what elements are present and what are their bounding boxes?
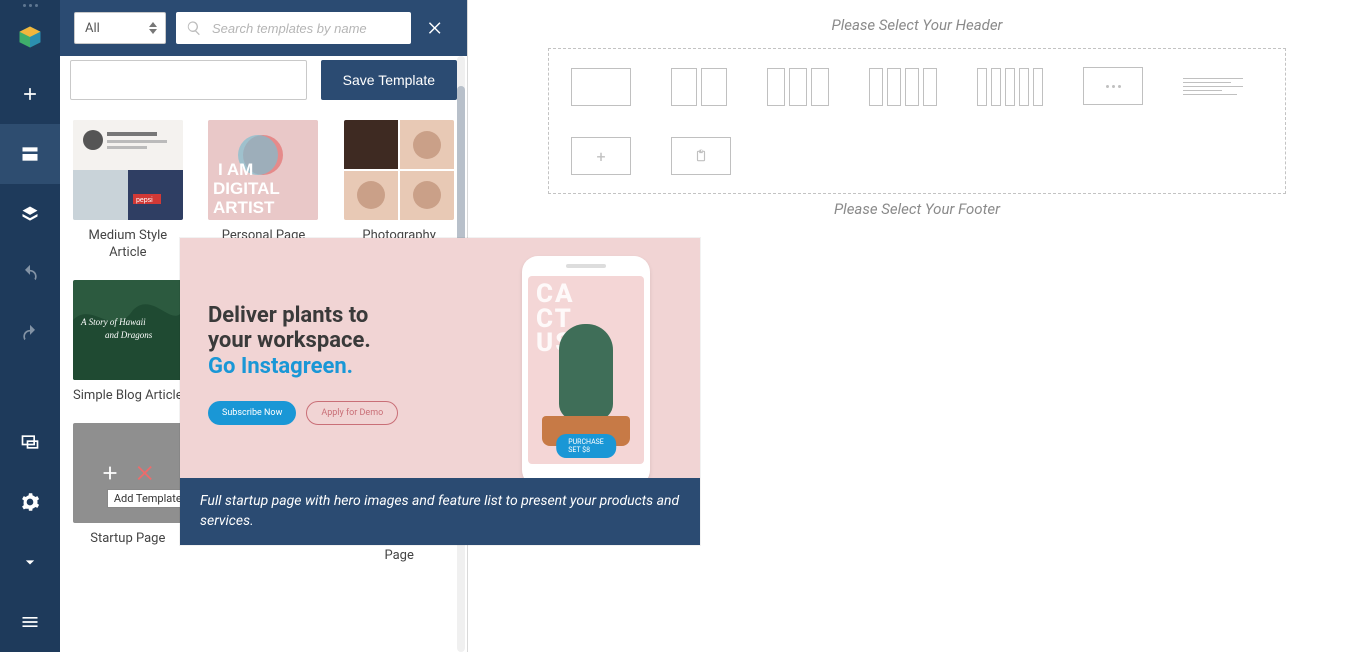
layout-option-more[interactable] bbox=[1083, 67, 1143, 105]
template-thumb: I AMDIGITALARTIST bbox=[208, 120, 318, 220]
svg-text:ARTIST: ARTIST bbox=[213, 198, 275, 217]
template-label: Startup Page bbox=[90, 531, 165, 548]
template-name-input[interactable] bbox=[70, 60, 307, 100]
viewport-button[interactable] bbox=[0, 412, 60, 472]
app-logo bbox=[0, 10, 60, 64]
search-field-wrap bbox=[176, 12, 411, 44]
template-label: Simple Blog Article bbox=[73, 388, 183, 405]
save-template-row: Save Template bbox=[70, 60, 457, 100]
preview-phone-mock: CACTUS PURCHASE SET $8 bbox=[522, 256, 650, 478]
preview-cta-primary: Subscribe Now bbox=[208, 401, 296, 425]
left-rail bbox=[0, 0, 60, 652]
template-thumb bbox=[344, 120, 454, 220]
layers-button[interactable] bbox=[0, 184, 60, 244]
template-thumb: pepsi bbox=[73, 120, 183, 220]
layout-option-3col[interactable] bbox=[767, 67, 829, 107]
collapse-panel-button[interactable] bbox=[0, 532, 60, 592]
settings-button[interactable] bbox=[0, 472, 60, 532]
preview-description: Full startup page with hero images and f… bbox=[180, 478, 700, 545]
template-card[interactable]: Add Template Startup Page bbox=[70, 423, 186, 565]
header-prompt: Please Select Your Header bbox=[548, 16, 1286, 34]
layout-option-1col[interactable] bbox=[571, 67, 631, 107]
preview-heading-line2: your workspace. bbox=[208, 328, 465, 353]
save-template-button[interactable]: Save Template bbox=[321, 60, 457, 100]
svg-text:DIGITAL: DIGITAL bbox=[213, 179, 280, 198]
panel-toolbar: All bbox=[60, 0, 467, 56]
layout-option-2col[interactable] bbox=[671, 67, 727, 107]
template-preview-popover: Deliver plants to your workspace. Go Ins… bbox=[180, 238, 700, 545]
layout-option-paste[interactable] bbox=[671, 137, 731, 175]
preview-phone-cta: PURCHASE SET $8 bbox=[556, 434, 616, 458]
search-icon bbox=[186, 20, 202, 36]
layout-option-add[interactable]: + bbox=[571, 137, 631, 175]
drag-dots-icon bbox=[0, 0, 60, 10]
remove-template-icon[interactable] bbox=[135, 462, 157, 484]
add-element-button[interactable] bbox=[0, 64, 60, 124]
add-template-icon[interactable] bbox=[99, 462, 121, 484]
template-card[interactable]: A Story of Hawaii and Dragons Simple Blog… bbox=[70, 280, 186, 405]
template-label: Medium Style Article bbox=[73, 228, 183, 262]
layout-option-5col[interactable] bbox=[977, 67, 1043, 107]
preview-cta-secondary: Apply for Demo bbox=[306, 401, 398, 425]
category-dropdown-label: All bbox=[85, 21, 100, 36]
template-card[interactable]: pepsi Medium Style Article bbox=[70, 120, 186, 262]
search-input[interactable] bbox=[212, 21, 401, 36]
add-template-tooltip: Add Template bbox=[107, 489, 183, 508]
preview-heading-line1: Deliver plants to bbox=[208, 303, 465, 328]
redo-button[interactable] bbox=[0, 304, 60, 364]
undo-button[interactable] bbox=[0, 244, 60, 304]
svg-text:and Dragons: and Dragons bbox=[105, 330, 153, 340]
header-layout-picker: + bbox=[548, 48, 1286, 194]
templates-button[interactable] bbox=[0, 124, 60, 184]
svg-text:pepsi: pepsi bbox=[136, 197, 153, 204]
template-thumb-hover: Add Template bbox=[73, 423, 183, 523]
preview-hero: Deliver plants to your workspace. Go Ins… bbox=[180, 238, 700, 478]
dropdown-caret-icon bbox=[149, 22, 157, 34]
footer-prompt: Please Select Your Footer bbox=[548, 200, 1286, 218]
layout-option-text[interactable] bbox=[1183, 67, 1243, 105]
preview-heading-line3: Go Instagreen. bbox=[208, 354, 465, 379]
close-panel-button[interactable] bbox=[417, 0, 453, 56]
layout-option-4col[interactable] bbox=[869, 67, 937, 107]
svg-text:A Story of Hawaii: A Story of Hawaii bbox=[80, 317, 146, 327]
template-thumb: A Story of Hawaii and Dragons bbox=[73, 280, 183, 380]
category-dropdown[interactable]: All bbox=[74, 12, 166, 44]
svg-text:I AM: I AM bbox=[218, 160, 253, 179]
hamburger-menu-button[interactable] bbox=[0, 592, 60, 652]
